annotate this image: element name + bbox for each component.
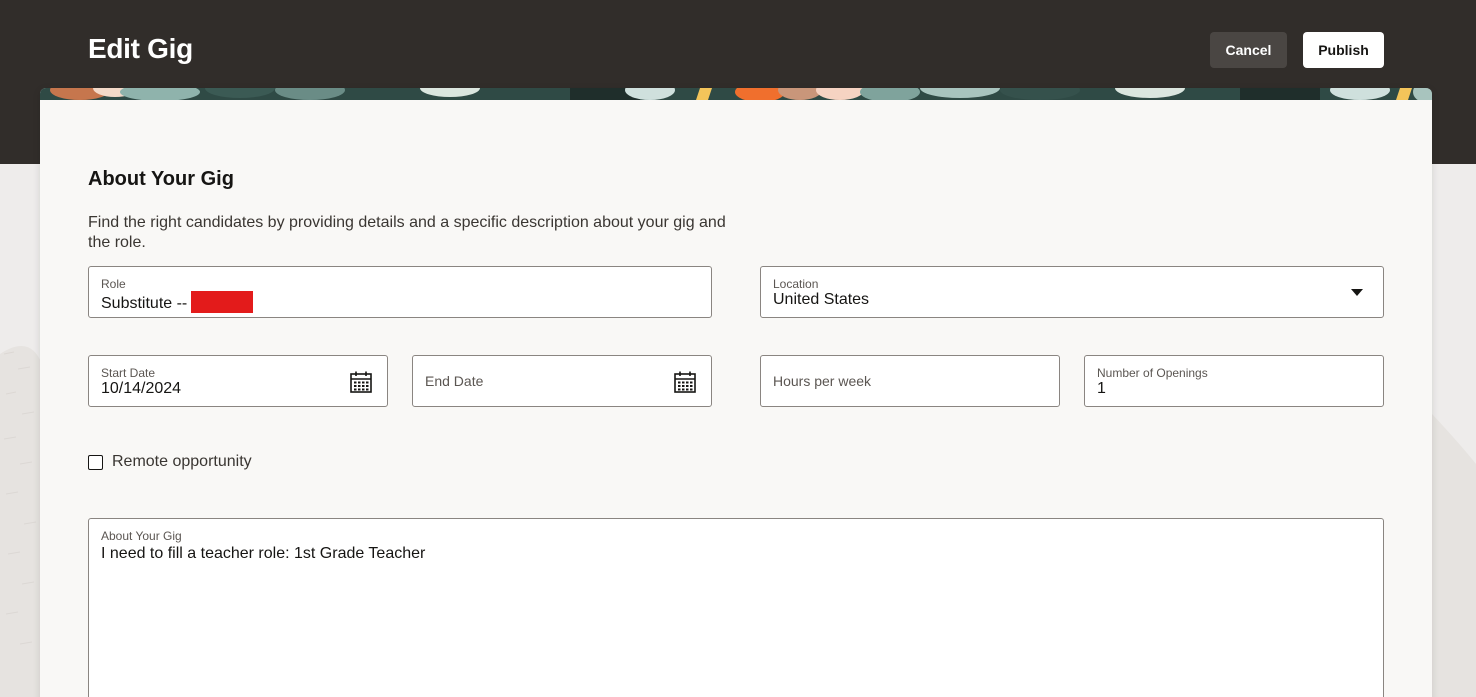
end-date-field[interactable]: End Date (412, 355, 712, 407)
about-gig-textarea[interactable]: About Your Gig I need to fill a teacher … (88, 518, 1384, 697)
role-value-wrap: Substitute -- (101, 291, 254, 313)
calendar-icon[interactable] (673, 370, 697, 394)
location-value: United States (773, 291, 870, 308)
section-title: About Your Gig (88, 168, 234, 190)
location-label: Location (773, 277, 819, 291)
hours-per-week-label: Hours per week (773, 373, 872, 389)
location-select[interactable]: Location United States (760, 266, 1384, 318)
remote-opportunity-checkbox[interactable] (88, 454, 103, 470)
openings-label: Number of Openings (1097, 366, 1208, 380)
publish-button[interactable]: Publish (1303, 32, 1384, 68)
remote-opportunity-label: Remote opportunity (112, 453, 252, 470)
section-description: Find the right candidates by providing d… (88, 214, 726, 251)
chevron-down-icon[interactable] (1351, 289, 1363, 296)
about-gig-label: About Your Gig (101, 529, 182, 543)
gig-form-card: About Your Gig Find the right candidates… (40, 88, 1432, 697)
openings-value: 1 (1097, 380, 1106, 397)
hours-per-week-field[interactable]: Hours per week (760, 355, 1060, 407)
start-date-label: Start Date (101, 366, 156, 380)
about-gig-value: I need to fill a teacher role: 1st Grade… (101, 545, 426, 562)
role-label: Role (101, 277, 126, 291)
decorative-banner (40, 88, 1432, 100)
cancel-button[interactable]: Cancel (1210, 32, 1287, 68)
end-date-label: End Date (425, 373, 484, 389)
number-of-openings-field[interactable]: Number of Openings 1 (1084, 355, 1384, 407)
redaction-box (191, 291, 254, 313)
calendar-icon[interactable] (349, 370, 373, 394)
role-field[interactable]: Role Substitute -- (88, 266, 712, 318)
start-date-field[interactable]: Start Date 10/14/2024 (88, 355, 388, 407)
start-date-value: 10/14/2024 (101, 380, 182, 397)
remote-opportunity-row[interactable]: Remote opportunity (88, 452, 252, 472)
role-value: Substitute -- (101, 295, 188, 312)
page-title: Edit Gig (88, 33, 193, 64)
